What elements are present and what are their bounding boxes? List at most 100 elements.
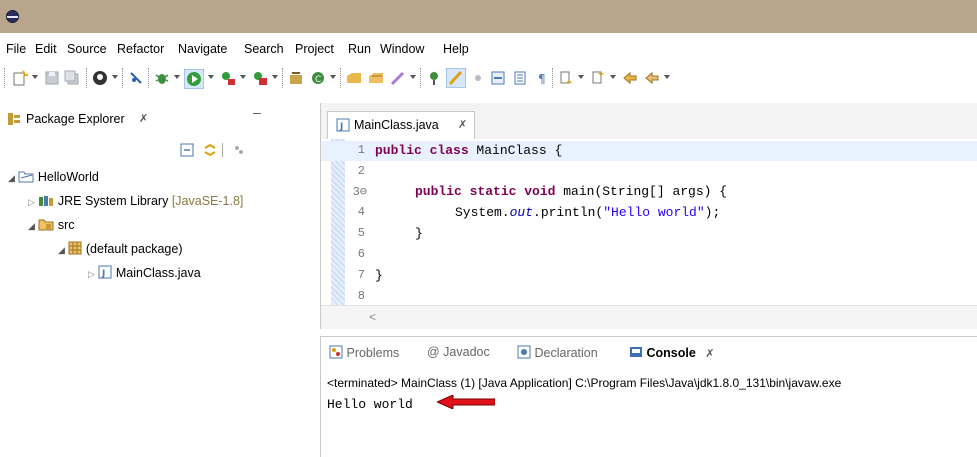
- collapsed-triangle-icon[interactable]: ▷: [28, 197, 35, 207]
- editor-tabbar: J MainClass.java ✗: [321, 103, 977, 139]
- tab-javadoc-label: @ Javadoc: [427, 345, 490, 359]
- back-icon[interactable]: [644, 70, 660, 86]
- file-label: MainClass.java: [115, 266, 201, 280]
- prev-annotation-icon[interactable]: [590, 70, 606, 86]
- package-explorer-icon: [8, 113, 20, 125]
- java-file-icon: J: [336, 118, 350, 132]
- coverage-icon[interactable]: [252, 70, 268, 86]
- run-last-tool-dropdown-icon[interactable]: [240, 75, 246, 79]
- toggle-breadcrumb-icon[interactable]: [490, 70, 506, 86]
- menu-window[interactable]: Window: [380, 42, 424, 56]
- save-all-icon[interactable]: [64, 70, 80, 86]
- next-annotation-icon[interactable]: [558, 70, 574, 86]
- declaration-icon: [517, 345, 531, 359]
- library-icon: [39, 196, 54, 206]
- eclipse-icon[interactable]: [6, 10, 19, 23]
- skip-breakpoints-icon[interactable]: [128, 70, 144, 86]
- mark-occurrences-icon[interactable]: [446, 68, 466, 88]
- menu-navigate[interactable]: Navigate: [178, 42, 227, 56]
- scroll-left-icon[interactable]: <: [369, 310, 376, 324]
- tree-item-src[interactable]: ◢ src: [28, 217, 75, 232]
- profile-icon[interactable]: [92, 70, 108, 86]
- project-name: HelloWorld: [37, 170, 99, 184]
- console-output: Hello world: [327, 397, 413, 412]
- menu-run[interactable]: Run: [348, 42, 371, 56]
- tab-problems[interactable]: Problems: [329, 345, 399, 360]
- save-icon[interactable]: [44, 70, 60, 86]
- menu-search[interactable]: Search: [244, 42, 284, 56]
- link-with-editor-icon[interactable]: [203, 143, 217, 157]
- tab-javadoc[interactable]: @ Javadoc: [427, 345, 490, 359]
- console-panel: Problems @ Javadoc Declaration Console ✗…: [320, 336, 977, 457]
- editor-tab-mainclass[interactable]: J MainClass.java ✗: [327, 111, 475, 139]
- close-icon[interactable]: ✗: [705, 348, 714, 360]
- new-class-dropdown-icon[interactable]: [330, 75, 336, 79]
- svg-text:J: J: [101, 269, 105, 279]
- menu-file[interactable]: File: [6, 42, 26, 56]
- show-whitespace-icon[interactable]: [512, 70, 528, 86]
- view-menu-icon[interactable]: [232, 143, 246, 157]
- back-dropdown-icon[interactable]: [664, 75, 670, 79]
- menu-refactor[interactable]: Refactor: [117, 42, 164, 56]
- code-editor: J MainClass.java ✗ 1 2 3⊖ 4 5 6 7 8 publ…: [320, 103, 977, 329]
- minimize-icon[interactable]: –: [253, 104, 261, 120]
- jre-label: JRE System Library: [57, 194, 169, 208]
- run-button-icon[interactable]: [184, 69, 204, 89]
- pilcrow-icon[interactable]: ¶: [534, 70, 550, 86]
- package-explorer-tab[interactable]: Package Explorer ✗ –: [0, 104, 312, 133]
- new-dropdown-icon[interactable]: [32, 75, 38, 79]
- editor-tab-title: MainClass.java: [354, 118, 439, 132]
- debug-dropdown-icon[interactable]: [174, 75, 180, 79]
- package-icon: [68, 241, 82, 255]
- field-name: out: [509, 205, 534, 220]
- next-annotation-dropdown-icon[interactable]: [578, 75, 584, 79]
- menu-help[interactable]: Help: [443, 42, 469, 56]
- toolbar-separator: [4, 68, 5, 88]
- tree-item-default-package[interactable]: ◢ (default package): [58, 241, 182, 256]
- svg-text:C: C: [315, 75, 321, 85]
- new-icon[interactable]: [12, 70, 28, 86]
- tab-problems-label: Problems: [346, 346, 400, 360]
- expanded-triangle-icon[interactable]: ◢: [28, 221, 35, 231]
- menu-project[interactable]: Project: [295, 42, 334, 56]
- expanded-triangle-icon[interactable]: ◢: [8, 173, 15, 183]
- open-resource-icon[interactable]: [368, 70, 384, 86]
- java-file-icon: J: [98, 265, 112, 279]
- collapsed-triangle-icon[interactable]: ▷: [88, 269, 95, 279]
- menu-source[interactable]: Source: [67, 42, 107, 56]
- new-java-project-icon[interactable]: [288, 70, 304, 86]
- code-area[interactable]: 1 2 3⊖ 4 5 6 7 8 public class MainClass …: [321, 139, 977, 305]
- horizontal-scrollbar[interactable]: <: [321, 305, 977, 329]
- menu-edit[interactable]: Edit: [35, 42, 57, 56]
- open-type-icon[interactable]: [346, 70, 362, 86]
- line-number: 2: [357, 164, 365, 178]
- code-line-7: }: [375, 268, 383, 283]
- tree-item-helloworld[interactable]: ◢ HelloWorld: [8, 169, 99, 184]
- code-text: .println(: [533, 205, 604, 220]
- search-icon[interactable]: [390, 70, 406, 86]
- tab-declaration[interactable]: Declaration: [517, 345, 598, 360]
- tree-item-mainclass[interactable]: ▷ J MainClass.java: [88, 265, 201, 280]
- window-titlebar: [0, 0, 977, 33]
- run-dropdown-icon[interactable]: [208, 75, 214, 79]
- collapse-all-icon[interactable]: [180, 143, 194, 157]
- toolbar-separator: [222, 143, 223, 157]
- new-class-icon[interactable]: C: [310, 70, 326, 86]
- close-icon[interactable]: ✗: [139, 112, 148, 125]
- debug-icon[interactable]: [154, 70, 170, 86]
- expanded-triangle-icon[interactable]: ◢: [58, 245, 65, 255]
- prev-annotation-dropdown-icon[interactable]: [610, 75, 616, 79]
- annotation-icon[interactable]: [426, 70, 442, 86]
- run-last-tool-icon[interactable]: [220, 70, 236, 86]
- tree-item-jre-library[interactable]: ▷ JRE System Library [JavaSE-1.8]: [28, 193, 243, 208]
- close-icon[interactable]: ✗: [458, 118, 467, 131]
- tab-console[interactable]: Console ✗: [629, 345, 715, 360]
- toolbar-separator: [282, 68, 283, 88]
- last-edit-icon[interactable]: [622, 70, 638, 86]
- search-dropdown-icon[interactable]: [410, 75, 416, 79]
- coverage-dropdown-icon[interactable]: [272, 75, 278, 79]
- profile-dropdown-icon[interactable]: [112, 75, 118, 79]
- block-selection-icon[interactable]: [470, 70, 486, 86]
- package-explorer-title: Package Explorer: [26, 112, 125, 126]
- toolbar-separator: [340, 68, 341, 88]
